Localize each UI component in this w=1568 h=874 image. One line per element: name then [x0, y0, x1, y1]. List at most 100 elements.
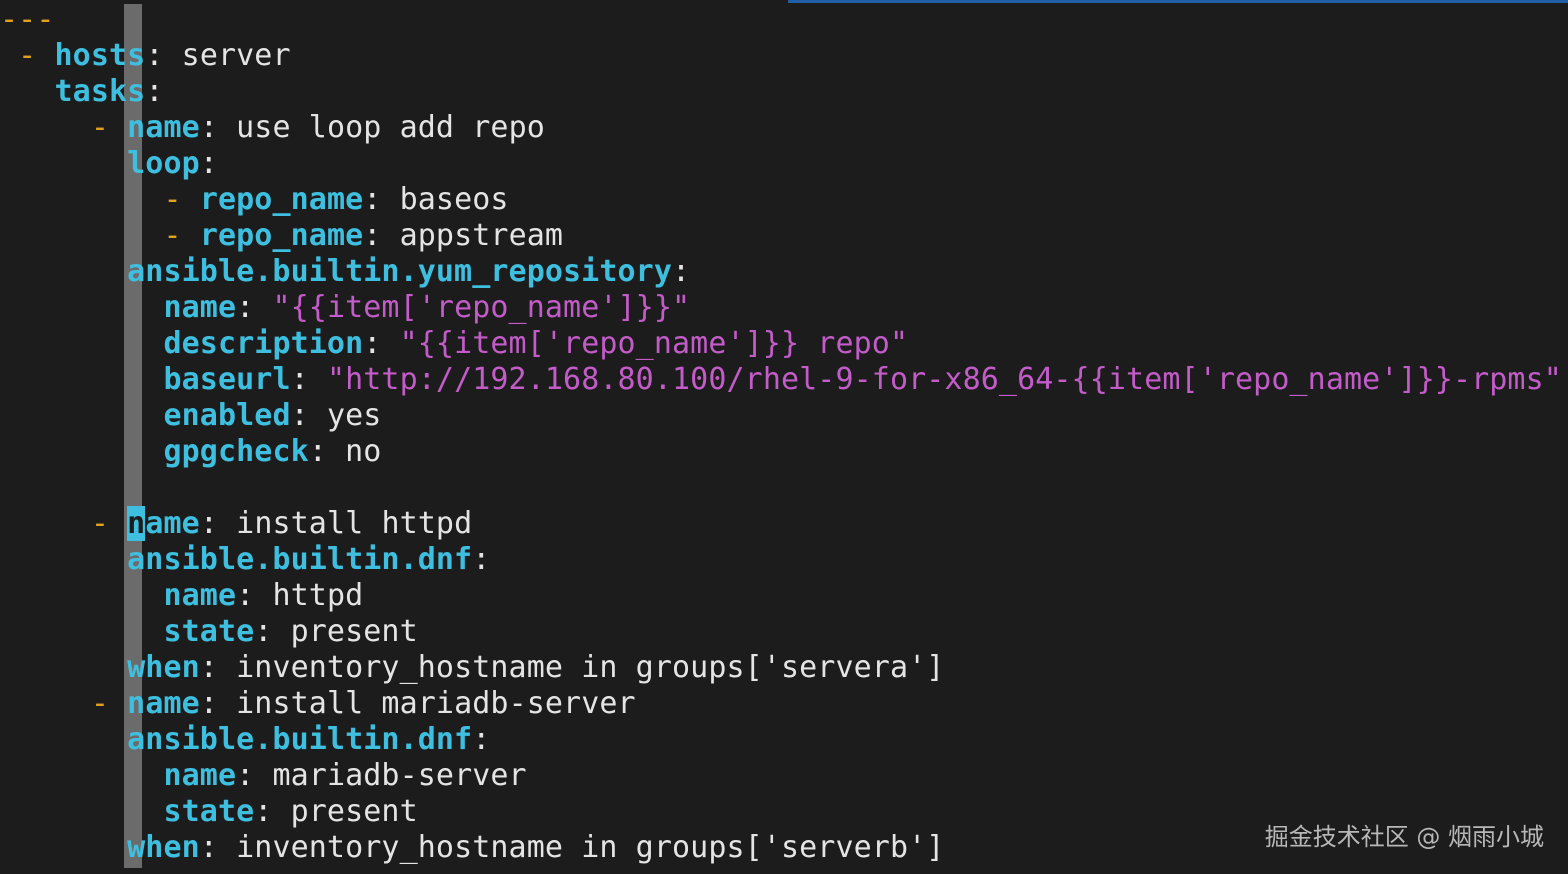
code-line[interactable]: ---	[0, 2, 1562, 38]
yaml-value: present	[290, 794, 418, 829]
yaml-value	[0, 362, 163, 397]
code-line[interactable]: description: "{{item['repo_name']}} repo…	[0, 326, 1562, 362]
yaml-key: repo_name	[199, 218, 364, 253]
code-line[interactable]: state: present	[0, 614, 1562, 650]
yaml-separator: :	[199, 686, 237, 721]
code-line[interactable]: name: httpd	[0, 578, 1562, 614]
code-line[interactable]: - name: install mariadb-server	[0, 686, 1562, 722]
yaml-code-area[interactable]: --- - hosts: server tasks: - name: use l…	[0, 2, 1562, 866]
yaml-string-value: "http://192.168.80.100/rhel-9-for-x86_64…	[326, 362, 1562, 397]
yaml-separator: :	[472, 722, 491, 757]
code-line[interactable]: - repo_name: appstream	[0, 218, 1562, 254]
yaml-key: tasks	[54, 74, 146, 109]
yaml-value: server	[181, 38, 291, 73]
yaml-value	[0, 434, 163, 469]
yaml-value	[0, 74, 55, 109]
code-line[interactable]: - name: use loop add repo	[0, 110, 1562, 146]
yaml-value: use loop add repo	[236, 110, 545, 145]
code-line[interactable]: - repo_name: baseos	[0, 182, 1562, 218]
yaml-value	[109, 110, 127, 145]
code-line[interactable]: loop:	[0, 146, 1562, 182]
yaml-value: inventory_hostname in groups['serverb']	[236, 830, 945, 865]
code-line[interactable]: name: "{{item['repo_name']}}"	[0, 290, 1562, 326]
yaml-key: description	[163, 326, 364, 361]
yaml-value: install mariadb-server	[236, 686, 636, 721]
yaml-value	[0, 830, 127, 865]
yaml-key: when	[127, 830, 200, 865]
yaml-string-value: "{{item['repo_name']}} repo"	[399, 326, 909, 361]
yaml-value: baseos	[399, 182, 509, 217]
yaml-indicator: ---	[0, 2, 55, 37]
yaml-indicator: -	[90, 110, 109, 145]
yaml-value	[36, 38, 54, 73]
yaml-value	[0, 578, 163, 613]
yaml-separator: :	[254, 794, 291, 829]
code-editor[interactable]: --- - hosts: server tasks: - name: use l…	[0, 0, 1568, 874]
yaml-separator: :	[254, 614, 291, 649]
yaml-separator: :	[363, 326, 400, 361]
yaml-value	[0, 110, 91, 145]
yaml-value: mariadb-server	[272, 758, 527, 793]
code-line[interactable]: ansible.builtin.dnf:	[0, 722, 1562, 758]
yaml-indicator: -	[90, 506, 109, 541]
yaml-value	[0, 542, 127, 577]
yaml-value	[0, 614, 163, 649]
yaml-separator: :	[236, 758, 273, 793]
yaml-string-value: "{{item['repo_name']}}"	[272, 290, 691, 325]
code-line[interactable]: enabled: yes	[0, 398, 1562, 434]
text-cursor: n	[127, 506, 146, 541]
yaml-key: name	[163, 758, 237, 793]
code-line[interactable]: when: inventory_hostname in groups['serv…	[0, 650, 1562, 686]
yaml-separator: :	[199, 506, 237, 541]
yaml-value	[0, 686, 91, 721]
yaml-value	[109, 686, 127, 721]
yaml-key: enabled	[163, 398, 291, 433]
code-line[interactable]: name: mariadb-server	[0, 758, 1562, 794]
yaml-key: name	[127, 110, 200, 145]
yaml-value	[0, 326, 163, 361]
watermark: 掘金技术社区 @ 烟雨小城	[1264, 823, 1544, 851]
yaml-value	[109, 506, 127, 541]
yaml-key: ansible.builtin.yum_repository	[127, 254, 672, 289]
yaml-value	[0, 506, 91, 541]
yaml-key: when	[127, 650, 200, 685]
yaml-value: present	[290, 614, 418, 649]
yaml-value	[0, 254, 127, 289]
yaml-separator: :	[236, 290, 273, 325]
yaml-value	[0, 794, 163, 829]
yaml-separator: :	[472, 542, 491, 577]
yaml-indicator: -	[90, 686, 109, 721]
code-line[interactable]: - name: install httpd	[0, 506, 1562, 542]
yaml-value: inventory_hostname in groups['servera']	[236, 650, 945, 685]
code-line[interactable]: ansible.builtin.dnf:	[0, 542, 1562, 578]
yaml-separator: :	[363, 182, 400, 217]
yaml-value	[0, 398, 163, 433]
code-line[interactable]: ansible.builtin.yum_repository:	[0, 254, 1562, 290]
yaml-separator: :	[199, 650, 237, 685]
code-line[interactable]: - hosts: server	[0, 38, 1562, 74]
yaml-separator: :	[236, 578, 273, 613]
code-line[interactable]: tasks:	[0, 74, 1562, 110]
code-line[interactable]: baseurl: "http://192.168.80.100/rhel-9-f…	[0, 362, 1562, 398]
code-line[interactable]: gpgcheck: no	[0, 434, 1562, 470]
yaml-value	[182, 218, 200, 253]
yaml-indicator: -	[163, 218, 182, 253]
yaml-indicator: -	[163, 182, 182, 217]
yaml-key: ansible.builtin.dnf	[127, 722, 473, 757]
yaml-separator: :	[290, 362, 327, 397]
yaml-value: install httpd	[236, 506, 473, 541]
yaml-separator: :	[290, 398, 327, 433]
yaml-key: name	[163, 578, 237, 613]
yaml-key: name	[127, 686, 200, 721]
yaml-value	[0, 218, 163, 253]
yaml-value	[182, 182, 200, 217]
yaml-key: loop	[127, 146, 200, 181]
yaml-key: gpgcheck	[163, 434, 309, 469]
yaml-separator: :	[145, 38, 182, 73]
yaml-value: no	[345, 434, 382, 469]
yaml-key: repo_name	[199, 182, 364, 217]
yaml-value	[0, 146, 127, 181]
yaml-value: httpd	[272, 578, 364, 613]
code-line[interactable]	[0, 470, 1562, 506]
yaml-key: ame	[145, 506, 200, 541]
